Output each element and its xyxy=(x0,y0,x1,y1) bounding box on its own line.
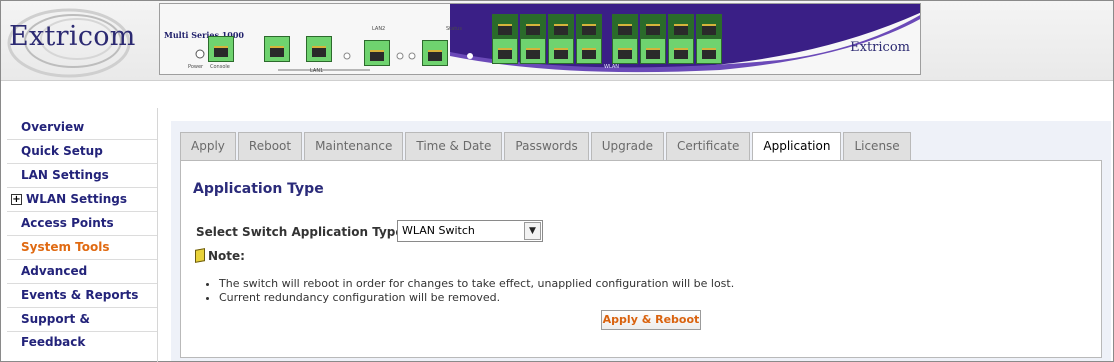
note-heading: Note: xyxy=(195,248,245,263)
sidebar-item-overview[interactable]: Overview xyxy=(7,116,157,140)
sidebar-item-events-reports[interactable]: Events & Reports xyxy=(7,284,157,308)
sidebar-item-label: Events & Reports xyxy=(21,288,139,302)
switch-port xyxy=(612,38,638,64)
tab-passwords[interactable]: Passwords xyxy=(504,132,589,160)
note-label: Note: xyxy=(208,249,245,263)
sidebar-item-label: Overview xyxy=(21,120,85,134)
console-port xyxy=(208,36,234,62)
page-title: Application Type xyxy=(193,181,324,197)
brand-logo: Extricom xyxy=(9,21,136,52)
lan-port xyxy=(364,40,390,66)
tab-content: Application Type Select Switch Applicati… xyxy=(180,160,1102,358)
lan-port xyxy=(264,36,290,62)
tab-maintenance[interactable]: Maintenance xyxy=(304,132,404,160)
switch-port xyxy=(520,14,546,40)
select-value: WLAN Switch xyxy=(402,224,475,237)
sidebar-item-label: System Tools xyxy=(21,240,110,254)
sidebar-item-wlan-settings[interactable]: + WLAN Settings xyxy=(7,188,157,212)
sidebar-nav: Overview Quick Setup LAN Settings + WLAN… xyxy=(1,108,158,362)
switch-port xyxy=(492,38,518,64)
tab-time-date[interactable]: Time & Date xyxy=(405,132,503,160)
tab-upgrade[interactable]: Upgrade xyxy=(590,132,665,160)
power-label: Power xyxy=(188,64,204,70)
switch-port xyxy=(696,14,722,40)
status-label: Status xyxy=(446,26,462,32)
note-list: The switch will reboot in order for chan… xyxy=(219,277,734,305)
sidebar-item-advanced[interactable]: Advanced xyxy=(7,260,157,284)
switch-port xyxy=(520,38,546,64)
tab-apply[interactable]: Apply xyxy=(180,132,236,160)
application-type-select[interactable]: WLAN Switch ▼ xyxy=(397,220,543,242)
tab-reboot[interactable]: Reboot xyxy=(237,132,303,160)
sidebar-item-support-feedback[interactable]: Support & Feedback xyxy=(7,308,157,349)
list-item: The switch will reboot in order for chan… xyxy=(219,277,734,291)
device-logo: Extricom xyxy=(850,40,910,55)
chevron-down-icon[interactable]: ▼ xyxy=(524,222,541,240)
sidebar-item-access-points[interactable]: Access Points xyxy=(7,212,157,236)
lan-port xyxy=(306,36,332,62)
sidebar-item-lan-settings[interactable]: LAN Settings xyxy=(7,164,157,188)
tab-bar: Apply Reboot Maintenance Time & Date Pas… xyxy=(180,132,913,162)
device-panel-image: Multi Series 1000 Power Console LAN1 LAN… xyxy=(159,3,921,75)
switch-port xyxy=(640,38,666,64)
sidebar-item-label: Support & Feedback xyxy=(21,312,90,349)
main-panel: Apply Reboot Maintenance Time & Date Pas… xyxy=(171,121,1111,361)
lan1-label: LAN1 xyxy=(310,68,324,74)
sidebar-item-label: LAN Settings xyxy=(21,168,109,182)
sidebar-item-system-tools[interactable]: System Tools xyxy=(7,236,157,260)
switch-port xyxy=(576,14,602,40)
sidebar-item-label: Quick Setup xyxy=(21,144,103,158)
switch-port xyxy=(668,14,694,40)
tab-license[interactable]: License xyxy=(843,132,911,160)
switch-port xyxy=(640,14,666,40)
sidebar-item-label: Advanced xyxy=(21,264,88,278)
application-type-label: Select Switch Application Type: xyxy=(196,225,409,239)
note-icon xyxy=(195,248,205,263)
sidebar-item-label: WLAN Settings xyxy=(26,192,128,206)
wlan-label: WLAN xyxy=(604,64,620,70)
console-label: Console xyxy=(210,64,230,70)
switch-port xyxy=(696,38,722,64)
switch-port xyxy=(668,38,694,64)
switch-port xyxy=(612,14,638,40)
lan2-label: LAN2 xyxy=(372,26,386,32)
list-item: Current redundancy configuration will be… xyxy=(219,291,734,305)
apply-reboot-button[interactable]: Apply & Reboot xyxy=(601,310,701,330)
switch-port xyxy=(548,38,574,64)
switch-port xyxy=(548,14,574,40)
sidebar-item-label: Access Points xyxy=(21,216,114,230)
tab-application[interactable]: Application xyxy=(752,132,842,162)
app-header: Extricom Multi Series 1000 Power Console… xyxy=(1,1,1113,81)
lan-port xyxy=(422,40,448,66)
tab-certificate[interactable]: Certificate xyxy=(666,132,751,160)
sidebar-item-quick-setup[interactable]: Quick Setup xyxy=(7,140,157,164)
expand-plus-icon[interactable]: + xyxy=(11,194,22,205)
switch-port xyxy=(492,14,518,40)
switch-port xyxy=(576,38,602,64)
